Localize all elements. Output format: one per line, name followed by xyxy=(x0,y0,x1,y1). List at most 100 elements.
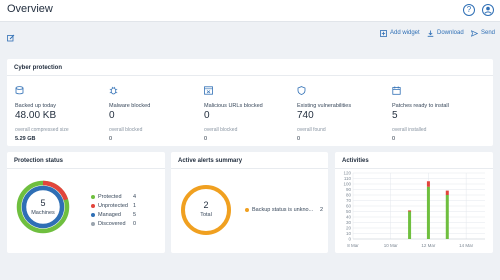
protection-status-title: Protection status xyxy=(14,158,64,164)
bar xyxy=(426,181,430,187)
legend-dot xyxy=(91,222,95,226)
alerts-arc xyxy=(181,185,231,235)
metric-sub-label: overall installed xyxy=(392,127,427,133)
y-tick-label: 40 xyxy=(346,215,352,220)
activities-title: Activities xyxy=(342,158,369,164)
metric-value: 0 xyxy=(204,110,210,121)
legend-dot xyxy=(91,195,95,199)
metric-value: 5 xyxy=(392,110,398,121)
legend-dot xyxy=(245,208,249,212)
page-title: Overview xyxy=(7,3,53,15)
x-tick-label: 8 Mar xyxy=(347,243,359,248)
metric-label: Malicious URLs blocked xyxy=(204,103,263,109)
cyber-protection-card: Cyber protection Backed up today 48.00 K… xyxy=(7,59,493,146)
legend-item-unprotected: Unprotected 1 xyxy=(91,203,136,209)
y-tick-label: 20 xyxy=(346,226,352,231)
y-tick-label: 60 xyxy=(346,204,352,209)
bar xyxy=(445,190,449,195)
y-tick-label: 120 xyxy=(343,171,351,176)
machines-count: 5 xyxy=(40,198,46,208)
legend-count: 1 xyxy=(132,203,136,209)
shield-icon xyxy=(297,86,306,95)
legend-dot xyxy=(91,213,95,217)
metric-backed-up: Backed up today 48.00 KB overall compres… xyxy=(15,82,110,142)
metric-malicious-urls: Malicious URLs blocked 0 overall blocked… xyxy=(204,82,299,142)
download-button[interactable]: Download xyxy=(427,28,464,38)
bar xyxy=(426,186,430,239)
y-tick-label: 30 xyxy=(346,220,352,225)
bar xyxy=(408,211,412,239)
toolbar: Add widget Download Send xyxy=(0,22,500,44)
legend-count: 5 xyxy=(132,212,136,218)
legend-item-protected: Protected 4 xyxy=(91,194,136,200)
metric-sub-label: overall found xyxy=(297,127,326,133)
legend-label: Discovered xyxy=(98,221,126,227)
legend-label: Managed xyxy=(98,212,121,218)
active-alerts-card: Active alerts summary 2 Total Backup sta… xyxy=(171,152,328,253)
alert-item-backup-status[interactable]: Backup status is unkno... 2 xyxy=(245,207,323,213)
machines-label: Machines xyxy=(31,210,55,216)
metric-value: 48.00 KB xyxy=(15,110,57,121)
user-circle-icon[interactable] xyxy=(482,4,494,16)
metric-sub-value: 5.29 GB xyxy=(15,136,36,142)
divider xyxy=(7,168,165,169)
metric-value: 0 xyxy=(109,110,115,121)
metric-sub-value: 0 xyxy=(297,136,301,142)
download-icon xyxy=(427,30,434,37)
edit-icon[interactable] xyxy=(7,29,15,47)
bug-icon xyxy=(109,86,118,95)
divider xyxy=(7,75,493,76)
calendar-icon xyxy=(392,86,401,95)
y-tick-label: 10 xyxy=(346,231,352,236)
question-circle-icon[interactable]: ? xyxy=(463,4,475,16)
top-bar: Overview ? xyxy=(0,0,500,22)
metric-sub-label: overall compressed size xyxy=(15,127,69,133)
metric-label: Patches ready to install xyxy=(392,103,449,109)
activities-card: Activities 120 110 100 90 80 70 60 50 40 30 20 10 0 8… xyxy=(335,152,493,253)
alerts-total-label: Total xyxy=(200,212,212,218)
activities-chart: 12011010090807060504030201008 Mar 10 Mar 1… xyxy=(343,171,485,248)
cyber-protection-title: Cyber protection xyxy=(14,65,63,71)
legend-count: 4 xyxy=(132,194,136,200)
legend-item-discovered: Discovered 0 xyxy=(91,221,136,227)
metric-sub-value: 0 xyxy=(204,136,208,142)
metric-label: Malware blocked xyxy=(109,103,151,109)
metric-malware-blocked: Malware blocked 0 overall blocked 0 xyxy=(109,82,204,142)
y-tick-label: 100 xyxy=(343,182,351,187)
legend-label: Unprotected xyxy=(98,203,128,209)
x-tick-label: 10 Mar xyxy=(384,243,399,248)
alerts-donut-chart xyxy=(181,185,231,235)
y-tick-label: 50 xyxy=(346,209,352,214)
add-widget-icon xyxy=(380,29,387,37)
x-tick-label: 12 Mar xyxy=(421,243,436,248)
legend-count: 0 xyxy=(132,221,136,227)
y-tick-label: 90 xyxy=(346,187,352,192)
browser-icon xyxy=(204,86,213,95)
add-widget-label: Add widget xyxy=(390,30,420,36)
legend-label: Protected xyxy=(98,194,122,200)
metric-sub-value: 0 xyxy=(392,136,396,142)
send-icon xyxy=(471,29,478,37)
metric-label: Existing vulnerabilities xyxy=(297,103,352,109)
send-label: Send xyxy=(481,30,496,36)
bar xyxy=(445,195,449,239)
send-button[interactable]: Send xyxy=(471,28,495,38)
y-tick-label: 80 xyxy=(346,193,352,198)
alert-count: 2 xyxy=(319,207,323,213)
database-icon xyxy=(15,86,24,95)
metric-vulnerabilities: Existing vulnerabilities 740 overall fou… xyxy=(297,82,392,142)
x-tick-label: 14 Mar xyxy=(459,243,474,248)
alert-label: Backup status is unkno... xyxy=(252,207,314,213)
metric-sub-label: overall blocked xyxy=(204,127,238,133)
metric-patches: Patches ready to install 5 overall insta… xyxy=(392,82,487,142)
y-tick-label: 110 xyxy=(344,176,352,181)
divider xyxy=(171,168,328,169)
legend-dot xyxy=(91,204,95,208)
add-widget-button[interactable]: Add widget xyxy=(380,28,420,38)
y-tick-label: 70 xyxy=(346,198,352,203)
active-alerts-title: Active alerts summary xyxy=(178,158,243,164)
alerts-total-count: 2 xyxy=(203,200,209,210)
download-label: Download xyxy=(437,30,464,36)
metric-value: 740 xyxy=(297,110,314,121)
bar xyxy=(408,210,412,212)
